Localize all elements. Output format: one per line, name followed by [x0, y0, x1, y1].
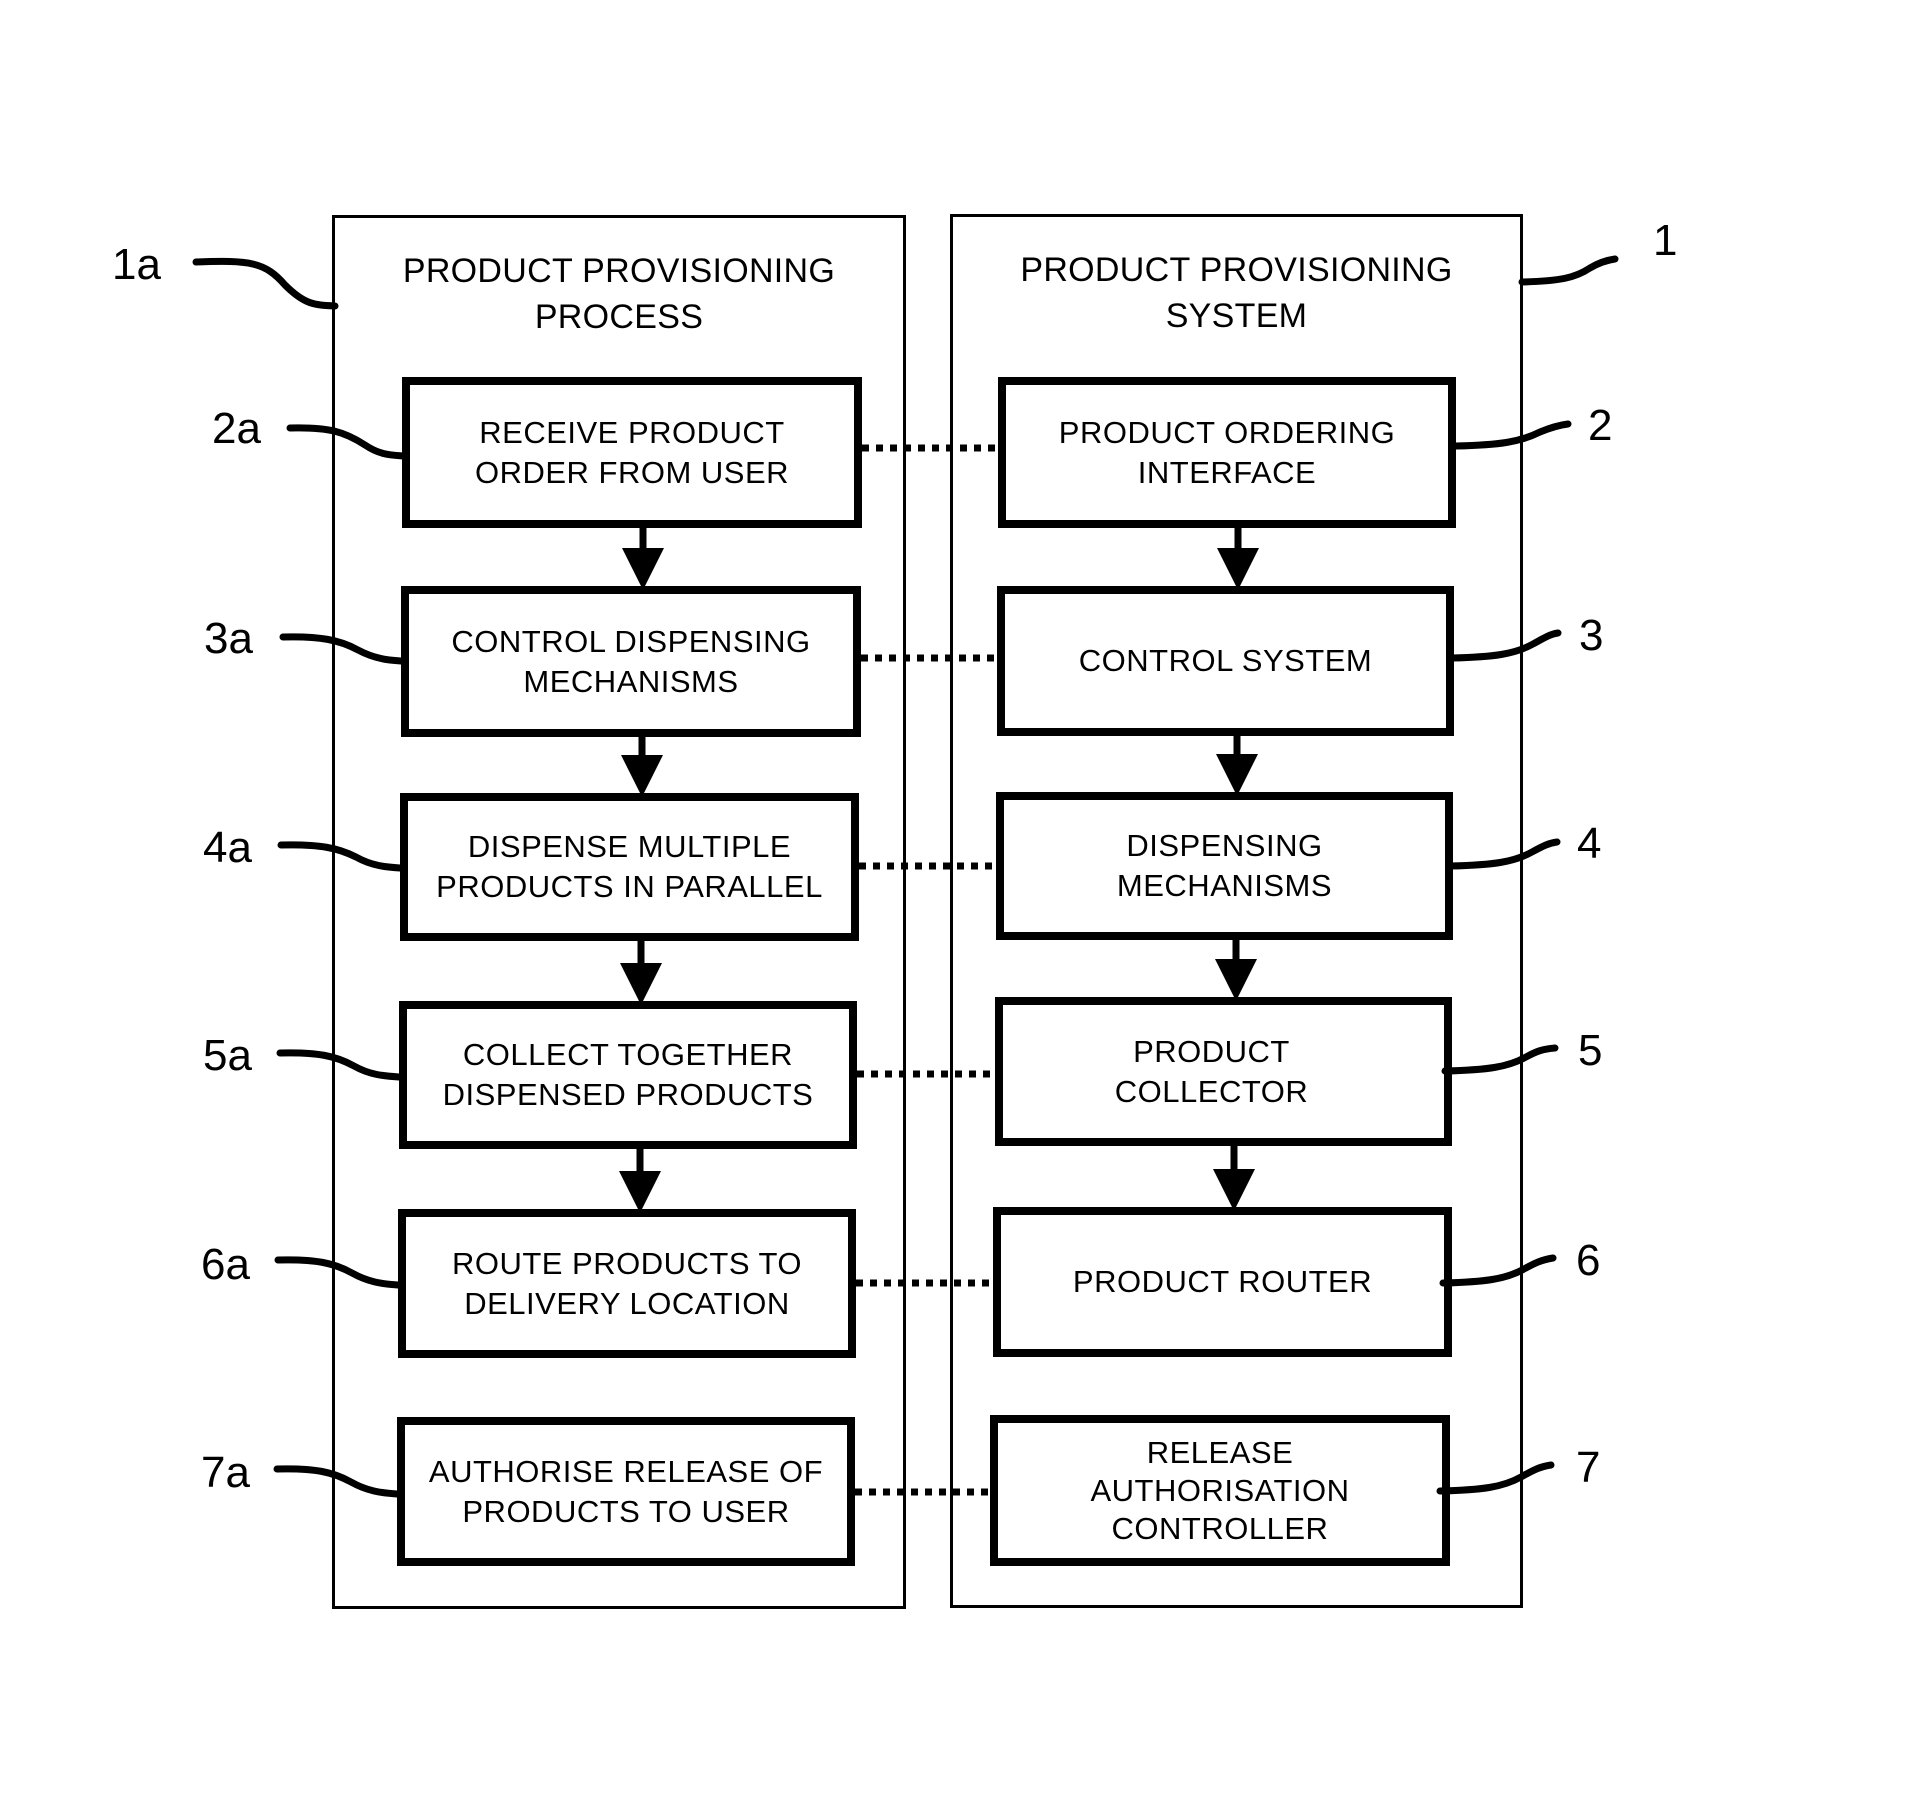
component-box-6: PRODUCT ROUTER	[993, 1207, 1452, 1357]
ref-label-7: 7	[1576, 1443, 1601, 1492]
ref-label-2a: 2a	[212, 404, 261, 453]
step-text: DISPENSE MULTIPLE PRODUCTS IN PARALLEL	[436, 829, 823, 904]
component-box-4: DISPENSING MECHANISMS	[996, 792, 1453, 940]
ref-label-6a: 6a	[201, 1240, 250, 1289]
step-box-4a: DISPENSE MULTIPLE PRODUCTS IN PARALLEL	[400, 793, 859, 941]
ref-label-2: 2	[1588, 401, 1613, 450]
step-box-3a: CONTROL DISPENSING MECHANISMS	[401, 586, 861, 737]
ref-label-6: 6	[1576, 1236, 1601, 1285]
process-panel-title: PRODUCT PROVISIONING PROCESS	[402, 252, 836, 336]
component-text: CONTROL SYSTEM	[1078, 643, 1373, 678]
ref-label-4a: 4a	[203, 823, 252, 872]
ref-label-3a: 3a	[204, 614, 253, 663]
step-text: CONTROL DISPENSING MECHANISMS	[451, 623, 811, 699]
step-box-7a: AUTHORISE RELEASE OF PRODUCTS TO USER	[397, 1417, 855, 1566]
ref-label-7a: 7a	[201, 1448, 250, 1497]
step-box-2a: RECEIVE PRODUCT ORDER FROM USER	[402, 377, 862, 528]
component-text: PRODUCT ROUTER	[1072, 1264, 1373, 1299]
step-box-5a: COLLECT TOGETHER DISPENSED PRODUCTS	[399, 1001, 857, 1149]
ref-label-5a: 5a	[203, 1031, 252, 1080]
ref-label-1: 1	[1653, 216, 1678, 265]
component-box-7: RELEASE AUTHORISATION CONTROLLER	[990, 1415, 1450, 1566]
ref-label-1a: 1a	[112, 240, 161, 289]
ref-label-3: 3	[1579, 611, 1604, 660]
step-text: AUTHORISE RELEASE OF PRODUCTS TO USER	[428, 1453, 824, 1529]
leader-line-1	[1518, 255, 1619, 286]
component-text: PRODUCT COLLECTOR	[1114, 1033, 1309, 1109]
component-box-3: CONTROL SYSTEM	[997, 586, 1454, 736]
leader-line-1a	[192, 257, 339, 310]
component-text: DISPENSING MECHANISMS	[1116, 828, 1333, 903]
component-box-5: PRODUCT COLLECTOR	[995, 997, 1452, 1146]
step-text: ROUTE PRODUCTS TO DELIVERY LOCATION	[451, 1245, 803, 1321]
component-box-2: PRODUCT ORDERING INTERFACE	[998, 377, 1456, 528]
component-text: RELEASE AUTHORISATION CONTROLLER	[1090, 1434, 1350, 1546]
step-text: RECEIVE PRODUCT ORDER FROM USER	[474, 414, 790, 490]
system-panel-title: PRODUCT PROVISIONING SYSTEM	[1020, 251, 1453, 335]
component-text: PRODUCT ORDERING INTERFACE	[1058, 414, 1396, 490]
step-text: COLLECT TOGETHER DISPENSED PRODUCTS	[442, 1037, 814, 1112]
ref-label-5: 5	[1578, 1026, 1603, 1075]
step-box-6a: ROUTE PRODUCTS TO DELIVERY LOCATION	[398, 1209, 856, 1358]
ref-label-4: 4	[1577, 819, 1602, 868]
